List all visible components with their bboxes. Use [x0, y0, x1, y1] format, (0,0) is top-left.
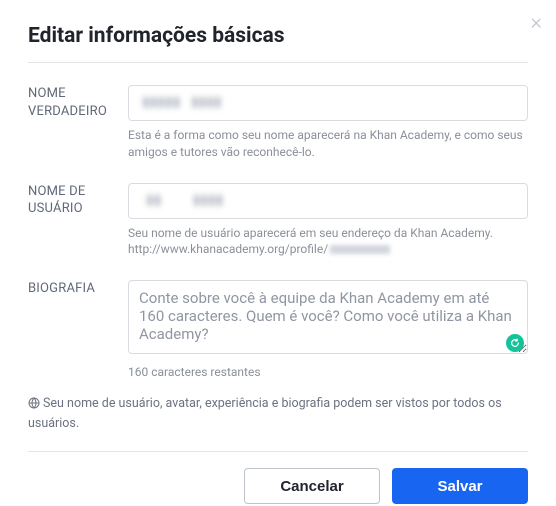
real-name-helper: Esta é a forma como seu nome aparecerá n…: [128, 127, 528, 161]
modal-footer: Cancelar Salvar: [28, 451, 528, 504]
bio-textarea[interactable]: [128, 280, 528, 354]
field-real-name: NOME VERDADEIRO ▮▮▮▮▮ ▮▮▮▮ Esta é a form…: [28, 85, 528, 161]
public-visibility-note: Seu nome de usuário, avatar, experiência…: [28, 395, 528, 433]
close-icon[interactable]: ×: [530, 12, 542, 34]
field-username: NOME DE USUÁRIO ▮▮ ▮▮▮▮ Seu nome de usuá…: [28, 183, 528, 259]
username-helper: Seu nome de usuário aparecerá em seu end…: [128, 225, 528, 259]
cancel-button[interactable]: Cancelar: [244, 468, 380, 504]
real-name-label: NOME VERDADEIRO: [28, 85, 128, 120]
globe-icon: [28, 397, 40, 415]
username-input[interactable]: [128, 183, 528, 219]
public-note-text: Seu nome de usuário, avatar, experiência…: [28, 396, 502, 431]
username-helper-url: http://www.khanacademy.org/profile/: [128, 242, 328, 256]
real-name-input[interactable]: [128, 85, 528, 121]
username-helper-line1: Seu nome de usuário aparecerá em seu end…: [128, 226, 493, 240]
modal-title: Editar informações básicas: [28, 24, 528, 48]
save-button[interactable]: Salvar: [392, 468, 528, 504]
bio-counter: 160 caracteres restantes: [128, 364, 528, 381]
bio-label: BIOGRAFIA: [28, 280, 128, 298]
field-bio: BIOGRAFIA 160 caracteres restantes: [28, 280, 528, 381]
username-helper-redacted: [330, 245, 390, 254]
username-label: NOME DE USUÁRIO: [28, 183, 128, 218]
divider-top: [28, 62, 528, 63]
